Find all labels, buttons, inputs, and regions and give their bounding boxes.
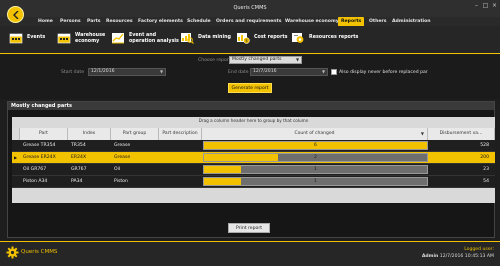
count-bar: 6 [203,141,428,150]
cell-index: TR354 [71,143,86,148]
svg-text:$: $ [245,38,248,43]
table-row-selected[interactable]: ▶ Grease ER24X ER24X Grease 2 200 [12,152,495,164]
menu-orders[interactable]: Orders and requirements [216,17,281,26]
sort-desc-icon: ▼ [420,131,424,136]
group-panel-hint: Drag a column header here to group by th… [198,118,309,123]
also-display-checkbox[interactable] [331,69,337,75]
menu-reports[interactable]: Reports [338,17,365,26]
count-bar-value: 1 [314,167,317,172]
close-icon[interactable]: × [489,2,500,10]
menu-home[interactable]: Home [38,17,53,26]
cell-part-group: Piston [114,179,128,184]
row-indicator-header [12,128,20,140]
back-button[interactable] [7,6,24,23]
toolbar-resources-reports[interactable]: Resources reports [309,35,358,41]
column-header-disbursement[interactable]: Disbursement va... [428,128,495,140]
toolbar-event-analysis[interactable]: Event and operation analysis [129,33,179,45]
end-date-label: End date [228,70,249,75]
start-date-field[interactable]: 12/1/2016 ▼ [88,68,166,76]
menu-persons[interactable]: Persons [60,17,81,26]
menu-schedule[interactable]: Schedule [187,17,211,26]
cell-part-description [159,176,202,188]
menu-warehouse-economy[interactable]: Warehouse economy [285,17,339,26]
logged-user-name: Admin [421,254,439,259]
cell-part-group: Grease [114,143,131,148]
panel-title: Mostly changed parts [8,102,494,110]
cell-part-group: Oil [114,167,121,172]
cell-part-description [159,140,202,152]
cell-part: Piston A34 [23,179,48,184]
cell-index: PA34 [71,179,83,184]
count-bar-value: 2 [314,155,317,160]
column-header-part-group[interactable]: Part group [111,128,159,140]
cell-part: Grease ER24X [23,155,56,160]
back-arrow-icon [13,11,19,19]
toolbar-events[interactable]: Events [27,35,45,41]
cell-index: GR767 [71,167,87,172]
count-bar: 1 [203,177,428,186]
status-timestamp: 12/7/2016 10:45:13 AM [439,254,494,259]
calendar-icon[interactable] [9,32,23,44]
logged-user-info: Admin 12/7/2016 10:45:13 AM [410,254,494,259]
print-report-button[interactable]: Print report [228,223,270,233]
choose-report-label: Choose report: [198,58,232,63]
table-row[interactable]: Oil GR767 GR767 Oil 1 23 [12,164,495,176]
menu-factory-elements[interactable]: Factory elements [138,17,183,26]
row-pointer-icon: ▶ [14,155,18,160]
cell-disbursement: 23 [483,167,489,172]
menu-resources[interactable]: Resources [106,17,133,26]
toolbar-data-mining[interactable]: Data mining [198,35,231,41]
chart-icon[interactable] [111,32,125,44]
cell-part-group: Grease [114,155,131,160]
column-header-index[interactable]: Index [68,128,111,140]
count-bar: 2 [203,153,428,162]
logged-user-label: Logged user: [464,247,494,252]
cell-index: ER24X [71,155,87,160]
table-row[interactable]: Grease TR354 TR354 Grease 6 528 [12,140,495,152]
report-select[interactable]: Mostly changed parts ▼ [229,56,302,64]
cell-disbursement: 200 [480,155,489,160]
count-bar: 1 [203,165,428,174]
column-header-count[interactable]: Count of changed ▼ [202,128,428,140]
calendar-icon[interactable] [57,32,71,44]
start-date-label: Start date [61,70,85,75]
window-title: Queris CMMS [233,5,267,11]
menu-others[interactable]: Others [369,17,387,26]
chevron-down-icon: ▼ [295,57,300,62]
also-display-label: Also display never before replaced par [339,70,428,75]
cell-disbursement: 54 [483,179,489,184]
status-app-name: Queris CMMS [21,249,58,255]
count-bar-value: 6 [314,143,317,148]
menu-administration[interactable]: Administration [392,17,431,26]
column-header-part[interactable]: Part [20,128,68,140]
cell-part-description [159,152,202,164]
toolbar-cost-reports[interactable]: Cost reports [254,35,288,41]
table-row[interactable]: Piston A34 PA34 Piston 1 54 [12,176,495,188]
chevron-down-icon: ▼ [159,69,164,74]
gear-icon [6,246,19,259]
end-date-field[interactable]: 12/7/2016 ▼ [250,68,328,76]
cost-report-icon[interactable]: $ [236,32,250,44]
gear-report-icon[interactable] [291,32,305,44]
column-header-part-description[interactable]: Part description [159,128,202,140]
cell-disbursement: 528 [480,143,489,148]
toolbar-warehouse-economy[interactable]: Warehouse economy [75,33,105,45]
cell-part: Oil GR767 [23,167,47,172]
chevron-down-icon: ▼ [321,69,326,74]
cell-part: Grease TR354 [23,143,56,148]
cell-part-description [159,164,202,176]
data-mining-icon[interactable] [180,32,194,44]
generate-report-button[interactable]: Generate report [228,83,272,93]
menu-parts[interactable]: Parts [87,17,101,26]
count-bar-value: 1 [314,179,317,184]
